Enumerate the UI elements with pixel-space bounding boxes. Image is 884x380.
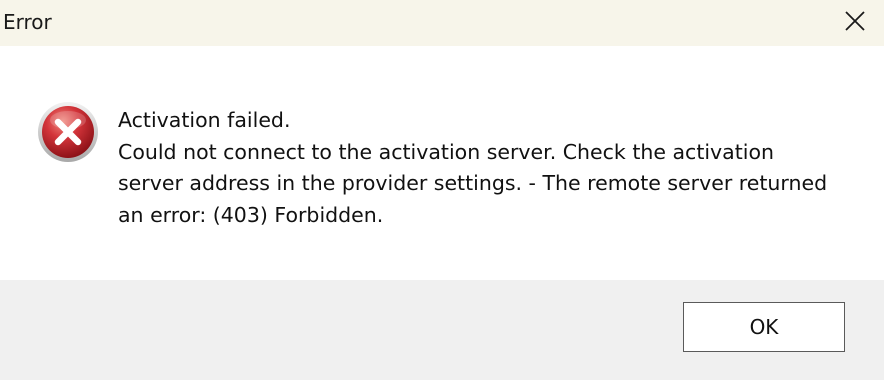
message-line: Activation failed. — [118, 108, 291, 132]
message-line: Could not connect to the activation serv… — [118, 139, 775, 164]
error-message: Activation failed. Could not connect to … — [118, 105, 858, 231]
message-line: server address in the provider settings.… — [118, 171, 828, 195]
error-icon — [38, 102, 98, 162]
close-button[interactable] — [824, 0, 884, 46]
close-icon — [845, 11, 865, 31]
dialog-content: Activation failed. Could not connect to … — [0, 46, 884, 280]
dialog-footer: OK — [0, 280, 884, 380]
message-line: an error: (403) Forbidden. — [118, 202, 384, 227]
window-title: Error — [3, 10, 52, 34]
title-bar[interactable]: Error — [0, 0, 884, 46]
ok-button[interactable]: OK — [683, 302, 845, 352]
